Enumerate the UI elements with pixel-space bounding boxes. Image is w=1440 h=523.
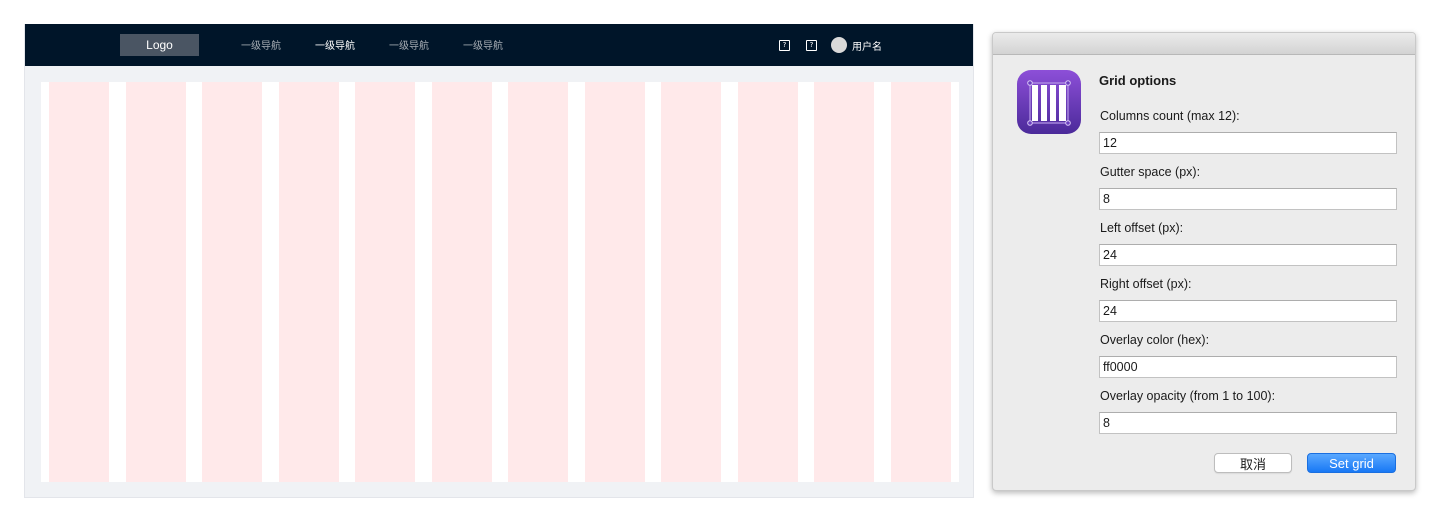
columns-count-label: Columns count (max 12): [1100, 109, 1240, 123]
grid-column [814, 82, 875, 482]
dialog-title: Grid options [1099, 73, 1177, 88]
app-preview: Logo 一级导航 一级导航 一级导航 一级导航 ? ? 用户名 [24, 24, 974, 498]
avatar[interactable] [831, 37, 847, 53]
grid-column [737, 82, 798, 482]
columns-count-input[interactable] [1099, 132, 1397, 154]
grid-columns-app-icon [1017, 70, 1081, 134]
nav-item-3[interactable]: 一级导航 [389, 37, 429, 52]
grid-overlay [41, 82, 959, 482]
nav-item-2-active[interactable]: 一级导航 [315, 37, 355, 52]
cancel-button[interactable]: 取消 [1214, 453, 1292, 473]
grid-column [890, 82, 951, 482]
grid-column [355, 82, 416, 482]
nav-item-1[interactable]: 一级导航 [241, 37, 281, 52]
overlay-opacity-input[interactable] [1099, 412, 1397, 434]
top-navigation-bar: Logo 一级导航 一级导航 一级导航 一级导航 ? ? 用户名 [25, 24, 973, 66]
username-label[interactable]: 用户名 [852, 38, 882, 53]
grid-column [49, 82, 110, 482]
left-offset-label: Left offset (px): [1100, 221, 1184, 235]
grid-column [202, 82, 263, 482]
overlay-opacity-label: Overlay opacity (from 1 to 100): [1100, 389, 1276, 403]
right-offset-input[interactable] [1099, 300, 1397, 322]
overlay-color-label: Overlay color (hex): [1100, 333, 1210, 347]
overlay-color-input[interactable] [1099, 356, 1397, 378]
logo[interactable]: Logo [120, 34, 199, 56]
grid-options-dialog: Grid options Columns count (max 12): Gut… [992, 32, 1416, 491]
grid-column [431, 82, 492, 482]
help-icon-2[interactable]: ? [806, 40, 817, 51]
gutter-space-label: Gutter space (px): [1100, 165, 1201, 179]
grid-column [661, 82, 722, 482]
left-offset-input[interactable] [1099, 244, 1397, 266]
right-offset-label: Right offset (px): [1100, 277, 1192, 291]
content-area [41, 82, 959, 482]
grid-column [278, 82, 339, 482]
set-grid-button[interactable]: Set grid [1307, 453, 1396, 473]
help-icon[interactable]: ? [779, 40, 790, 51]
grid-column [584, 82, 645, 482]
dialog-titlebar[interactable] [993, 33, 1415, 55]
grid-column [125, 82, 186, 482]
gutter-space-input[interactable] [1099, 188, 1397, 210]
nav-item-4[interactable]: 一级导航 [463, 37, 503, 52]
grid-column [508, 82, 569, 482]
